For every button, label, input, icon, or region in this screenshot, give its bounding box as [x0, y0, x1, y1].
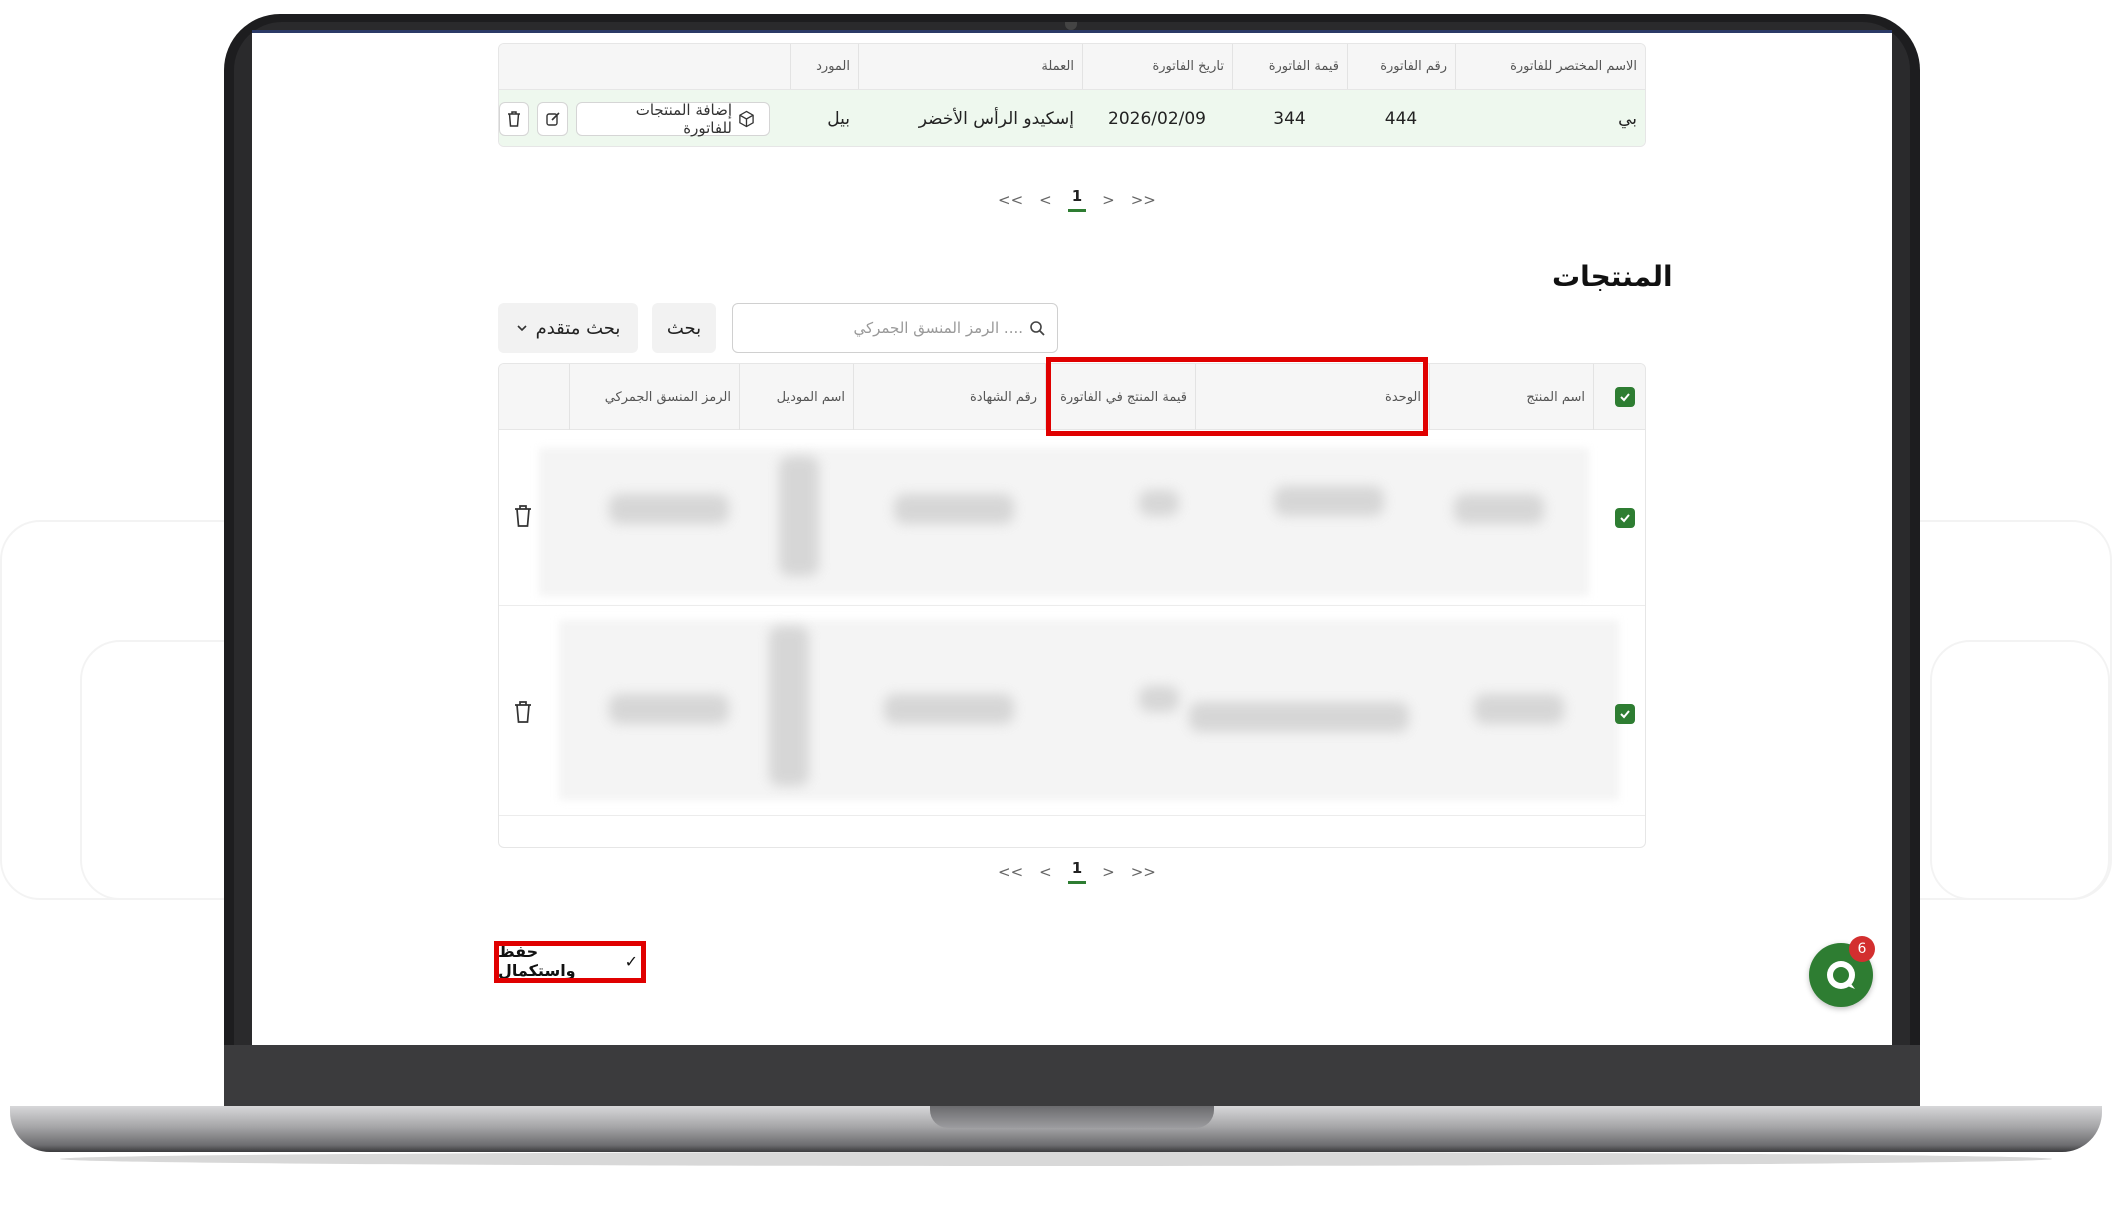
edit-icon — [545, 112, 560, 126]
pagination-top: << < 1 > >> — [998, 187, 1156, 212]
add-products-button[interactable]: إضافة المنتجات للفاتورة — [575, 101, 770, 137]
invoice-number: 444 — [1384, 109, 1418, 129]
pager-prev[interactable]: < — [1039, 863, 1052, 881]
invoice-short-name: بي — [1618, 109, 1637, 129]
package-add-icon — [739, 110, 754, 128]
blurred-cell — [609, 694, 729, 724]
blurred-cell — [1139, 686, 1179, 712]
products-title: المنتجات — [1552, 260, 1673, 293]
header-invoice-date: تاريخ الفاتورة — [1082, 44, 1232, 89]
blurred-cell — [769, 626, 809, 786]
pager-current[interactable]: 1 — [1067, 187, 1087, 212]
row-checkbox[interactable] — [1615, 508, 1635, 528]
invoice-date: 2026/02/09 — [1108, 109, 1206, 129]
laptop-shadow — [60, 1152, 2052, 1166]
invoice-value: 344 — [1273, 109, 1306, 129]
highlight-box-columns — [1046, 357, 1428, 436]
pager-next[interactable]: > — [1102, 191, 1115, 209]
laptop-hinge-notch — [930, 1106, 1214, 1128]
chat-bubble-icon — [1827, 961, 1855, 989]
highlight-box-save — [494, 941, 646, 983]
table-row[interactable] — [499, 606, 1645, 816]
header-invoice-value: قيمة الفاتورة — [1232, 44, 1347, 89]
header-certificate-number: رقم الشهادة — [853, 364, 1045, 430]
blurred-cell — [779, 456, 819, 576]
invoices-table-header: الاسم المختصر للفاتورة رقم الفاتورة قيمة… — [499, 44, 1645, 90]
invoice-currency: إسكيدو الرأس الأخضر — [918, 109, 1074, 129]
add-products-label: إضافة المنتجات للفاتورة — [635, 101, 733, 137]
blurred-cell — [1189, 702, 1409, 732]
blurred-cell — [609, 494, 729, 524]
search-input[interactable]: الرمز المنسق الجمركي .... — [732, 303, 1058, 353]
pager-first[interactable]: << — [998, 191, 1023, 209]
pager-prev[interactable]: < — [1039, 191, 1052, 209]
header-invoice-number: رقم الفاتورة — [1347, 44, 1455, 89]
search-placeholder: الرمز المنسق الجمركي .... — [853, 319, 1023, 337]
blurred-cell — [1454, 494, 1544, 524]
background-pattern — [1930, 640, 2110, 900]
advanced-search-label: بحث متقدم — [535, 317, 621, 339]
invoice-supplier: بيل — [827, 109, 850, 129]
trash-icon[interactable] — [513, 504, 533, 528]
trash-icon — [508, 111, 521, 127]
check-icon — [1620, 710, 1630, 719]
invoice-row[interactable]: بي 444 344 2026/02/09 إسكيدو الرأس الأخض… — [499, 90, 1645, 146]
blurred-cell — [1474, 694, 1564, 724]
invoice-actions: إضافة المنتجات للفاتورة — [499, 90, 790, 146]
row-checkbox[interactable] — [1615, 704, 1635, 724]
search-button[interactable]: بحث — [652, 303, 716, 353]
edit-button[interactable] — [537, 102, 568, 136]
table-row[interactable] — [499, 430, 1645, 606]
laptop-chin — [224, 1045, 1920, 1107]
app-screen: الاسم المختصر للفاتورة رقم الفاتورة قيمة… — [252, 30, 1892, 1045]
pagination-bottom: << < 1 > >> — [998, 859, 1156, 884]
pager-next[interactable]: > — [1102, 863, 1115, 881]
pager-last[interactable]: >> — [1131, 863, 1156, 881]
blurred-cell — [884, 694, 1014, 724]
pager-current[interactable]: 1 — [1067, 859, 1087, 884]
header-actions — [499, 44, 790, 89]
header-short-name: الاسم المختصر للفاتورة — [1455, 44, 1645, 89]
blurred-cell — [1139, 490, 1179, 516]
chevron-down-icon — [517, 325, 527, 332]
advanced-search-button[interactable]: بحث متقدم — [498, 303, 638, 353]
pager-first[interactable]: << — [998, 863, 1023, 881]
delete-invoice-button[interactable] — [499, 102, 530, 136]
notification-badge: 6 — [1849, 936, 1875, 962]
search-icon — [1030, 321, 1045, 336]
header-currency: العملة — [858, 44, 1082, 89]
pager-last[interactable]: >> — [1131, 191, 1156, 209]
check-icon — [1620, 514, 1630, 523]
blurred-cell — [1274, 486, 1384, 516]
top-accent-line — [252, 30, 1892, 33]
trash-icon[interactable] — [513, 700, 533, 724]
invoices-table: الاسم المختصر للفاتورة رقم الفاتورة قيمة… — [498, 43, 1646, 147]
header-model-name: اسم الموديل — [739, 364, 853, 430]
blurred-cell — [894, 494, 1014, 524]
header-supplier: المورد — [790, 44, 858, 89]
header-product-name: اسم المنتج — [1429, 364, 1593, 430]
header-select — [1593, 364, 1645, 430]
header-hs-code: الرمز المنسق الجمركي — [569, 364, 739, 430]
screenshot-stage: الاسم المختصر للفاتورة رقم الفاتورة قيمة… — [0, 0, 2112, 1205]
